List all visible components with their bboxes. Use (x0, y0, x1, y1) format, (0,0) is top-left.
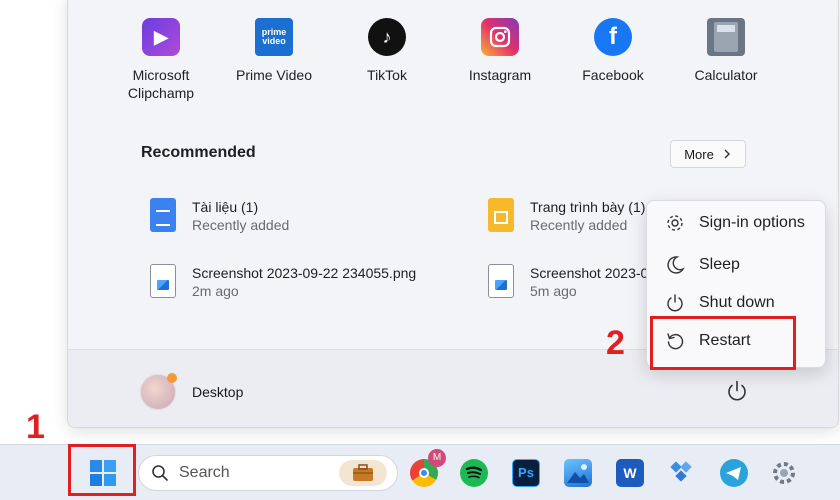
calculator-icon (707, 18, 745, 56)
recommended-item-time: 5m ago (530, 283, 577, 299)
recommended-item-time: Recently added (192, 217, 290, 233)
word-icon[interactable]: W (616, 459, 644, 487)
more-button-label: More (684, 146, 714, 162)
search-input[interactable]: Search (138, 455, 398, 491)
power-icon[interactable] (724, 378, 750, 404)
image-file-icon (488, 264, 514, 298)
power-menu-label: Shut down (699, 294, 775, 311)
search-placeholder: Search (179, 464, 230, 481)
briefcase-icon (353, 464, 373, 481)
user-account[interactable]: Desktop (140, 373, 244, 410)
power-menu-label: Sign-in options (699, 214, 805, 231)
google-slides-icon (488, 198, 514, 232)
facebook-icon: f (594, 18, 632, 56)
recommended-item-name: Trang trình bày (1) (530, 199, 646, 215)
app-label: Calculator (694, 67, 758, 83)
recommended-item[interactable]: Screenshot 2023-09-22 234055.png 2m ago (150, 264, 416, 300)
app-label: Microsoft (132, 67, 190, 83)
photos-icon[interactable] (564, 459, 592, 487)
recommended-item-time: 2m ago (192, 283, 239, 299)
recommended-item-name: Tài liệu (1) (192, 199, 259, 215)
spotify-icon[interactable] (460, 459, 488, 487)
pinned-app-facebook[interactable]: f Facebook (558, 18, 668, 84)
google-docs-icon (150, 198, 176, 232)
telegram-icon[interactable] (720, 459, 748, 487)
step-number-2: 2 (606, 324, 625, 362)
step-number-1: 1 (26, 408, 45, 446)
instagram-icon (481, 18, 519, 56)
power-icon (667, 294, 683, 312)
more-button[interactable]: More (670, 140, 746, 168)
moon-icon (667, 256, 685, 274)
chrome-icon[interactable]: M (410, 449, 446, 487)
recommended-title: Recommended (141, 144, 256, 161)
profile-badge: M (428, 449, 446, 467)
pinned-app-prime-video[interactable]: prime video Prime Video (219, 18, 329, 84)
search-highlight (339, 460, 387, 486)
search-icon (152, 465, 168, 481)
user-name: Desktop (192, 384, 244, 400)
image-file-icon (150, 264, 176, 298)
recommended-item-name: Screenshot 2023-0 (530, 265, 649, 281)
app-label: Facebook (582, 67, 644, 83)
avatar (140, 373, 177, 410)
power-menu-shut-down[interactable]: Shut down (665, 293, 775, 313)
settings-icon[interactable] (770, 459, 798, 487)
recommended-item[interactable]: Tài liệu (1) Recently added (150, 198, 289, 234)
power-menu-sleep[interactable]: Sleep (665, 255, 740, 275)
prime-video-icon: prime video (255, 18, 293, 56)
power-menu-label: Sleep (699, 256, 740, 273)
recommended-item-time: Recently added (530, 217, 628, 233)
app-label-line2: Clipchamp (127, 85, 195, 101)
recommended-item[interactable]: Trang trình bày (1) Recently added (488, 198, 645, 234)
gear-icon (667, 215, 683, 231)
recommended-item-name: Screenshot 2023-09-22 234055.png (192, 265, 417, 281)
chevron-right-icon (724, 149, 730, 159)
recommended-item[interactable]: Screenshot 2023-0 5m ago (488, 264, 648, 300)
pinned-app-clipchamp[interactable]: ▶ Microsoft Clipchamp (106, 18, 216, 102)
tiktok-icon: ♪ (368, 18, 406, 56)
app-label: TikTok (367, 67, 407, 83)
app-label: Prime Video (235, 67, 312, 83)
photoshop-icon[interactable]: Ps (512, 459, 540, 487)
pinned-app-tiktok[interactable]: ♪ TikTok (332, 18, 442, 84)
restart-highlight-box (650, 316, 796, 370)
app-label: Instagram (468, 67, 532, 83)
pinned-app-instagram[interactable]: Instagram (445, 18, 555, 84)
azure-icon[interactable] (668, 459, 696, 487)
power-menu-sign-in-options[interactable]: Sign-in options (665, 213, 805, 233)
clipchamp-icon: ▶ (142, 18, 180, 56)
start-highlight-box (68, 444, 136, 496)
pinned-app-calculator[interactable]: Calculator (671, 18, 781, 84)
